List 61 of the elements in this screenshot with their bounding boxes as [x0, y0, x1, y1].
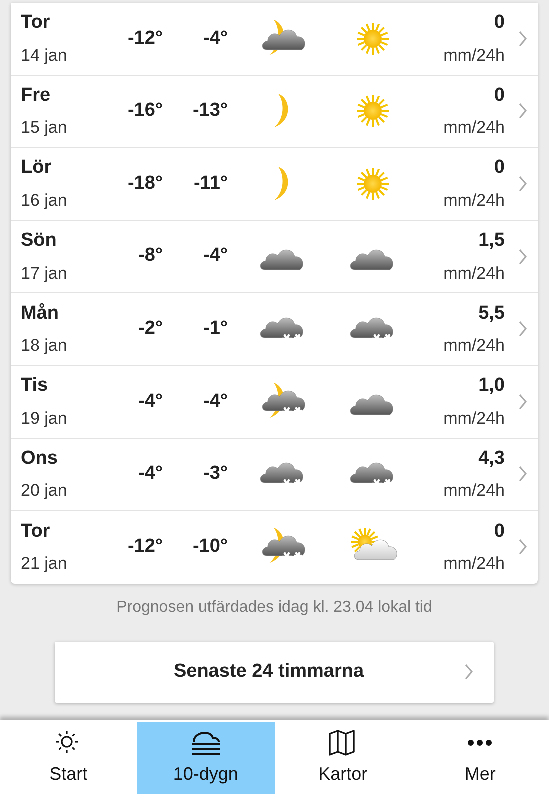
- nav-tab[interactable]: 10-dygn: [137, 722, 274, 794]
- date-text: 16 jan: [21, 190, 68, 212]
- high-temperature: -4°: [202, 26, 228, 51]
- more-icon: [468, 740, 492, 746]
- chevron-right-icon: [518, 539, 528, 556]
- high-temperature: -13°: [192, 99, 228, 124]
- high-temperature: -4°: [202, 390, 228, 414]
- date-text: 17 jan: [21, 262, 68, 285]
- chevron-right-icon: [518, 466, 528, 482]
- low-temperature: -12°: [126, 535, 163, 560]
- precipitation-value: 0: [494, 84, 505, 108]
- date-text: 20 jan: [21, 480, 68, 502]
- precipitation-unit: mm/24h: [444, 190, 505, 212]
- low-temperature: -4°: [138, 462, 163, 486]
- precipitation-unit: mm/24h: [444, 117, 505, 140]
- precipitation-unit: mm/24h: [444, 335, 505, 358]
- low-temperature: -2°: [138, 316, 163, 341]
- precipitation-unit: mm/24h: [444, 480, 505, 502]
- date-text: 21 jan: [21, 553, 68, 576]
- chevron-right-icon: [518, 103, 528, 120]
- high-temperature: -10°: [192, 535, 228, 560]
- precipitation-unit: mm/24h: [444, 408, 505, 430]
- chevron-right-icon: [518, 394, 528, 410]
- precipitation-value: 1,0: [478, 374, 505, 398]
- day-name: Lör: [21, 156, 53, 180]
- chevron-right-icon: [464, 664, 474, 680]
- date-text: 18 jan: [21, 335, 68, 358]
- day-name: Tis: [21, 374, 50, 398]
- precipitation-value: 5,5: [478, 302, 505, 326]
- precipitation-unit: mm/24h: [444, 553, 505, 576]
- precipitation-value: 0: [494, 11, 505, 36]
- low-temperature: -12°: [126, 26, 163, 51]
- chevron-right-icon: [518, 321, 528, 338]
- chevron-right-icon: [518, 248, 528, 265]
- high-temperature: -4°: [202, 244, 228, 268]
- forecast-issued-text: Prognosen utfärdades idag kl. 23.04 lokal tid: [116, 598, 434, 618]
- day-name: Fre: [21, 84, 52, 108]
- high-temperature: -11°: [192, 172, 228, 196]
- low-temperature: -16°: [126, 99, 163, 124]
- day-name: Mån: [21, 302, 60, 326]
- high-temperature: -3°: [202, 462, 228, 486]
- chevron-right-icon: [518, 30, 528, 47]
- day-name: Sön: [21, 229, 58, 254]
- last-24-hours-button[interactable]: Senaste 24 timmarna: [55, 642, 494, 703]
- date-text: 14 jan: [21, 44, 68, 67]
- precipitation-value: 0: [494, 520, 505, 544]
- precipitation-value: 0: [494, 156, 505, 180]
- precipitation-unit: mm/24h: [444, 44, 505, 67]
- precipitation-unit: mm/24h: [444, 262, 505, 285]
- high-temperature: -1°: [202, 316, 228, 341]
- chevron-right-icon: [518, 176, 528, 192]
- day-name: Tor: [21, 11, 52, 36]
- low-temperature: -18°: [126, 172, 163, 196]
- date-text: 15 jan: [21, 117, 68, 140]
- date-text: 19 jan: [21, 408, 68, 430]
- day-name: Ons: [21, 446, 59, 471]
- low-temperature: -8°: [138, 244, 163, 268]
- precipitation-value: 1,5: [478, 229, 505, 254]
- precipitation-value: 4,3: [478, 446, 505, 471]
- low-temperature: -4°: [138, 390, 163, 414]
- day-name: Tor: [21, 520, 52, 544]
